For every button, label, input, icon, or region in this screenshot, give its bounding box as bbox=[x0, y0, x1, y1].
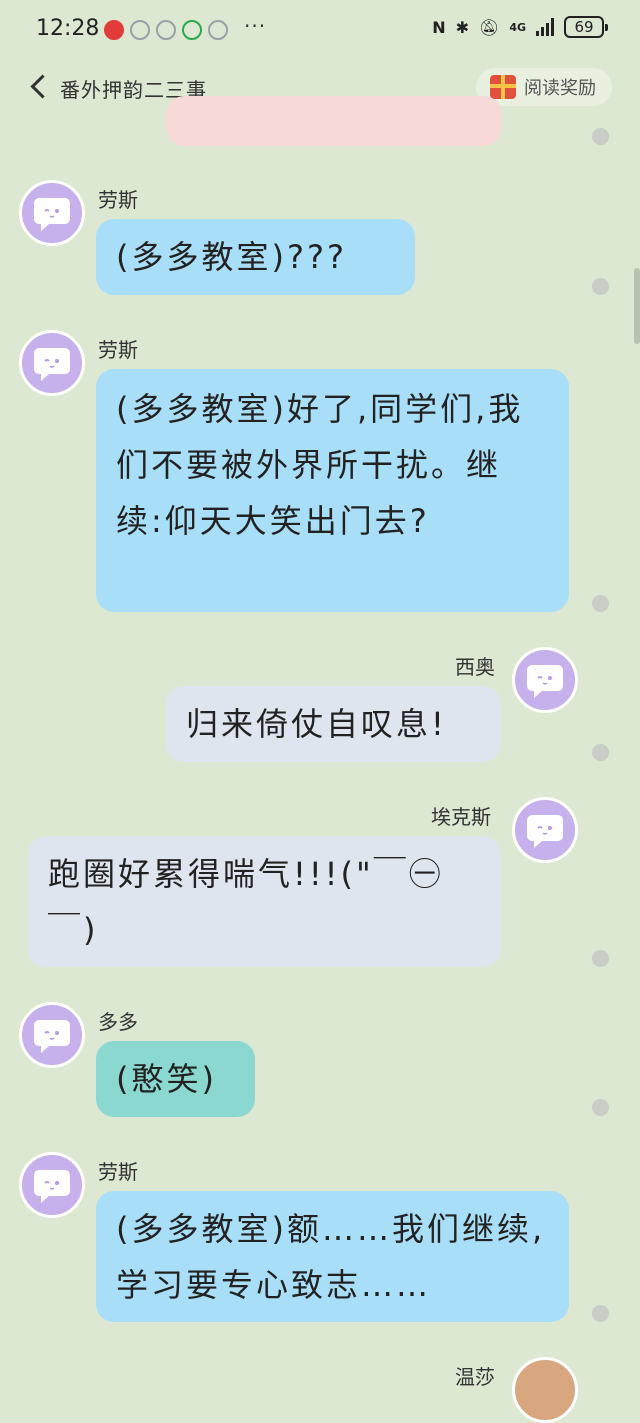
app-notification-icon bbox=[104, 20, 124, 40]
avatar-icon bbox=[34, 1170, 70, 1203]
nfc-icon: N bbox=[432, 17, 446, 37]
message-bubble[interactable]: (多多教室)额……我们继续,学习要专心致志…… bbox=[96, 1191, 569, 1322]
message-indicator-dot[interactable] bbox=[592, 1305, 609, 1322]
message-indicator-dot[interactable] bbox=[592, 128, 609, 145]
avatar[interactable] bbox=[19, 180, 85, 246]
avatar[interactable] bbox=[19, 1152, 85, 1218]
notification-icons bbox=[104, 20, 228, 40]
back-icon[interactable] bbox=[30, 74, 55, 99]
sender-name: 劳斯 bbox=[98, 338, 138, 362]
sender-name: 埃克斯 bbox=[431, 805, 491, 829]
message-indicator-dot[interactable] bbox=[592, 595, 609, 612]
sender-name: 劳斯 bbox=[98, 1160, 138, 1184]
status-bar: 12:28 ··· N ✱ 🔕︎ 4G 69 bbox=[0, 0, 640, 62]
message-bubble[interactable]: 归来倚仗自叹息! bbox=[166, 686, 501, 762]
sender-name: 劳斯 bbox=[98, 188, 138, 212]
avatar-icon bbox=[34, 198, 70, 231]
message-bubble[interactable]: (多多教室)好了,同学们,我们不要被外界所干扰。继续:仰天大笑出门去? bbox=[96, 369, 569, 612]
mute-icon: 🔕︎ bbox=[479, 17, 500, 37]
signal-icon bbox=[536, 18, 554, 36]
scrollbar[interactable] bbox=[634, 268, 640, 344]
message-bubble[interactable]: 跑圈好累得喘气!!!("￣㊀￣) bbox=[28, 836, 501, 967]
status-time: 12:28 bbox=[36, 16, 100, 41]
message-bubble[interactable]: (多多教室)??? bbox=[96, 219, 415, 295]
battery-icon: 69 bbox=[564, 16, 608, 38]
sender-name: 西奥 bbox=[455, 655, 495, 679]
more-notifications-icon: ··· bbox=[244, 14, 267, 38]
reward-label: 阅读奖励 bbox=[524, 78, 596, 99]
app-notification-icon bbox=[130, 20, 150, 40]
message-indicator-dot[interactable] bbox=[592, 950, 609, 967]
app-notification-icon bbox=[156, 20, 176, 40]
bluetooth-icon: ✱ bbox=[455, 17, 469, 37]
message-indicator-dot[interactable] bbox=[592, 744, 609, 761]
gift-icon bbox=[490, 75, 516, 99]
avatar[interactable] bbox=[512, 1357, 578, 1423]
message-bubble[interactable]: (憨笑) bbox=[96, 1041, 255, 1117]
avatar[interactable] bbox=[19, 330, 85, 396]
avatar-icon bbox=[34, 348, 70, 381]
message-indicator-dot[interactable] bbox=[592, 1099, 609, 1116]
network-type: 4G bbox=[509, 20, 526, 34]
avatar[interactable] bbox=[512, 647, 578, 713]
sender-name: 多多 bbox=[98, 1010, 138, 1034]
avatar[interactable] bbox=[512, 797, 578, 863]
message-bubble-partial bbox=[166, 96, 502, 146]
avatar-icon bbox=[34, 1020, 70, 1053]
message-indicator-dot[interactable] bbox=[592, 278, 609, 295]
sender-name: 温莎 bbox=[455, 1365, 495, 1389]
app-notification-icon bbox=[182, 20, 202, 40]
avatar-icon bbox=[527, 665, 563, 698]
app-notification-icon bbox=[208, 20, 228, 40]
system-indicators: N ✱ 🔕︎ 4G 69 bbox=[432, 16, 608, 38]
avatar-icon bbox=[527, 815, 563, 848]
avatar[interactable] bbox=[19, 1002, 85, 1068]
